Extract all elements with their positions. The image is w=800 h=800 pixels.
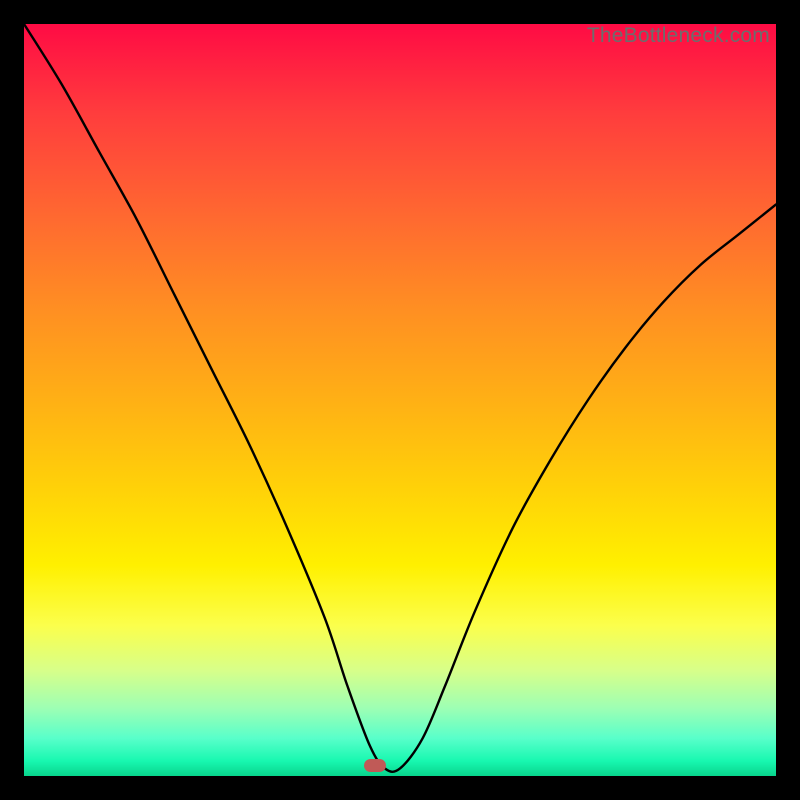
optimal-marker (364, 759, 386, 772)
bottleneck-curve (24, 24, 776, 776)
curve-path (24, 24, 776, 772)
chart-frame: TheBottleneck.com (0, 0, 800, 800)
plot-area: TheBottleneck.com (24, 24, 776, 776)
